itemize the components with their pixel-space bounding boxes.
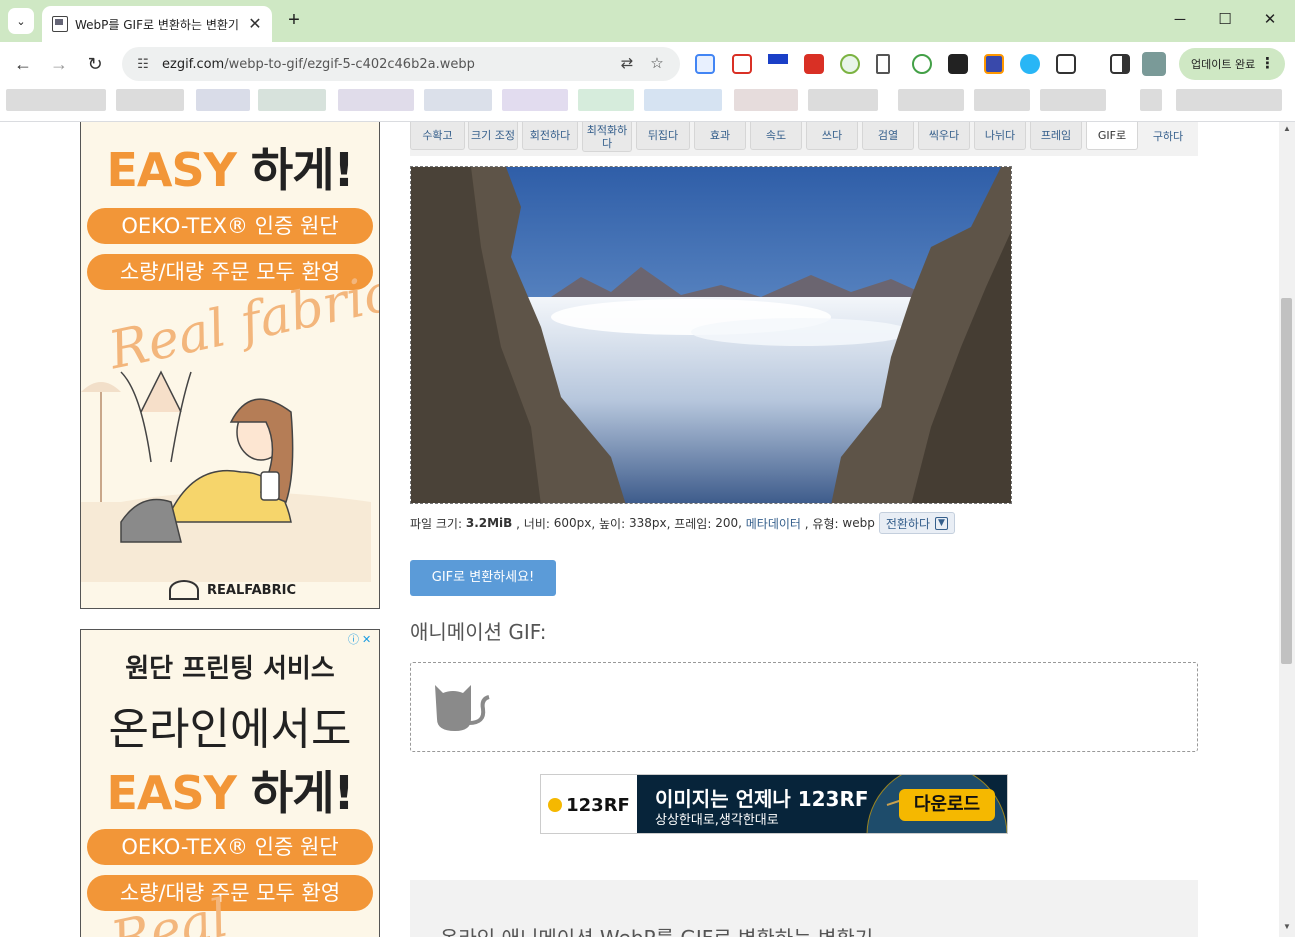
- menu-write[interactable]: 쓰다: [806, 122, 858, 150]
- close-window-button[interactable]: ✕: [1248, 8, 1292, 32]
- plant-extension-icon[interactable]: [840, 54, 860, 74]
- 123rf-logo: 123RF: [541, 775, 637, 833]
- bookmark-item[interactable]: [644, 89, 722, 111]
- menu-overlay[interactable]: 씩우다: [918, 122, 970, 150]
- dark-extension-icon[interactable]: [948, 54, 968, 74]
- menu-to-gif[interactable]: GIF로: [1086, 122, 1138, 150]
- ad-choices-icon[interactable]: ⓘ ✕: [348, 631, 378, 646]
- webp-preview-image: [410, 166, 1012, 504]
- banner-subline: 상상한대로,생각한대로: [655, 813, 779, 828]
- output-title: 애니메이션 GIF:: [410, 620, 547, 644]
- menu-split[interactable]: 나뉘다: [974, 122, 1026, 150]
- download-extension-icon[interactable]: [768, 54, 788, 74]
- tool-menu-bar: 수확고 크기 조정 회전하다 최적화하다 뒤집다 효과 속도 쓰다 검열 씩우다…: [410, 122, 1198, 156]
- chevron-down-icon: ⌄: [16, 15, 26, 28]
- forward-button[interactable]: →: [46, 51, 72, 77]
- menu-censor[interactable]: 검열: [862, 122, 914, 150]
- google-translate-extension-icon[interactable]: [695, 54, 715, 74]
- menu-crop[interactable]: 수확고: [410, 122, 465, 150]
- convert-to-gif-button[interactable]: GIF로 변환하세요!: [410, 560, 556, 596]
- bookmark-item[interactable]: [1040, 89, 1106, 111]
- scroll-down-arrow-icon[interactable]: ▼: [1283, 922, 1291, 931]
- metadata-link[interactable]: 메타데이터: [746, 515, 801, 532]
- bookmark-item[interactable]: [6, 89, 106, 111]
- menu-dots-icon[interactable]: ⋮: [1260, 54, 1275, 72]
- bookmark-extension-icon[interactable]: [876, 54, 890, 74]
- cat-placeholder-icon: [435, 685, 490, 731]
- menu-optimize[interactable]: 최적화하다: [582, 122, 632, 152]
- menu-resize[interactable]: 크기 조정: [468, 122, 518, 150]
- media-extension-icon[interactable]: [732, 54, 752, 74]
- bookmark-item[interactable]: [338, 89, 414, 111]
- bookmark-item[interactable]: [196, 89, 250, 111]
- ezgif-favicon-icon: [52, 16, 68, 32]
- profile-avatar[interactable]: [1142, 52, 1166, 76]
- browser-tab[interactable]: WebP를 GIF로 변환하는 변환기 ✕: [42, 6, 272, 42]
- bookmark-item[interactable]: [1176, 89, 1282, 111]
- banner-headline: 이미지는 언제나 123RF: [655, 787, 869, 811]
- menu-save[interactable]: 구하다: [1142, 122, 1194, 150]
- maximize-button[interactable]: ☐: [1203, 8, 1247, 32]
- menu-effects[interactable]: 효과: [694, 122, 746, 150]
- reload-icon: ↻: [87, 54, 103, 74]
- ad-pill-certification: OEKO-TEX® 인증 원단: [87, 208, 373, 244]
- colorful-extension-icon[interactable]: [984, 54, 1004, 74]
- menu-rotate[interactable]: 회전하다: [522, 122, 578, 150]
- address-bar[interactable]: ☷ ezgif.com/webp-to-gif/ezgif-5-c402c46b…: [122, 47, 680, 81]
- bookmark-item[interactable]: [578, 89, 634, 111]
- fabric-ad-top[interactable]: EASY 하게! OEKO-TEX® 인증 원단 소량/대량 주문 모두 환영 …: [80, 122, 380, 609]
- menu-frames[interactable]: 프레임: [1030, 122, 1082, 150]
- translate-icon[interactable]: ⇄: [616, 53, 638, 75]
- bookmark-item[interactable]: [502, 89, 568, 111]
- scroll-up-arrow-icon[interactable]: ▲: [1283, 124, 1291, 133]
- menu-speed[interactable]: 속도: [750, 122, 802, 150]
- banner-download-button[interactable]: 다운로드: [899, 789, 995, 821]
- bookmark-item[interactable]: [116, 89, 184, 111]
- info-section: 온라인 애니메이션 WebP를 GIF로 변환하는 변환기: [410, 880, 1198, 937]
- tab-close-icon[interactable]: ✕: [246, 14, 264, 34]
- bookmark-item[interactable]: [734, 89, 798, 111]
- star-icon[interactable]: ☆: [646, 53, 668, 75]
- tab-search-button[interactable]: ⌄: [8, 8, 34, 34]
- bookmark-item[interactable]: [898, 89, 964, 111]
- fabric-ad-bottom[interactable]: 원단 프린팅 서비스 온라인에서도 EASY 하게! OEKO-TEX® 인증 …: [80, 629, 380, 937]
- side-panel-icon[interactable]: [1110, 54, 1130, 74]
- arrow-left-icon: ←: [14, 54, 32, 74]
- bookmark-item[interactable]: [974, 89, 1030, 111]
- output-gif-box: [410, 662, 1198, 752]
- openai-extension-icon[interactable]: [912, 54, 932, 74]
- scroll-thumb[interactable]: [1281, 298, 1292, 664]
- stock-image-banner-ad[interactable]: 123RF 이미지는 언제나 123RF 상상한대로,생각한대로 다운로드: [540, 774, 1008, 834]
- bookmark-item[interactable]: [1140, 89, 1162, 111]
- realfabric-logo-icon: [169, 580, 199, 600]
- title-bar: ⌄ WebP를 GIF로 변환하는 변환기 ✕ + ─ ☐ ✕: [0, 0, 1295, 42]
- pdf-extension-icon[interactable]: [804, 54, 824, 74]
- arrow-right-icon: →: [50, 54, 68, 74]
- minimize-button[interactable]: ─: [1158, 8, 1202, 32]
- ad-brand: REALFABRIC: [207, 582, 296, 598]
- new-tab-button[interactable]: +: [283, 9, 305, 31]
- convert-dropdown-button[interactable]: 전환하다 ▼: [878, 512, 955, 534]
- reload-button[interactable]: ↻: [82, 51, 108, 77]
- arrow-down-icon: ▼: [935, 516, 948, 530]
- file-info: 파일 크기: 3.2MiB , 너비: 600px, 높이: 338px, 프레…: [410, 512, 955, 534]
- page-viewport: EASY 하게! OEKO-TEX® 인증 원단 소량/대량 주문 모두 환영 …: [0, 122, 1279, 937]
- url-text[interactable]: ezgif.com/webp-to-gif/ezgif-5-c402c46b2a…: [162, 57, 608, 72]
- update-button[interactable]: 업데이트 완료 ⋮: [1179, 48, 1285, 80]
- info-section-title: 온라인 애니메이션 WebP를 GIF로 변환하는 변환기: [440, 922, 873, 937]
- bookmark-item[interactable]: [808, 89, 878, 111]
- back-button[interactable]: ←: [10, 51, 36, 77]
- chat-extension-icon[interactable]: [1020, 54, 1040, 74]
- bookmark-item[interactable]: [258, 89, 326, 111]
- ad-illustration: [81, 370, 371, 582]
- tab-title: WebP를 GIF로 변환하는 변환기: [75, 17, 239, 32]
- menu-flip[interactable]: 뒤집다: [636, 122, 690, 150]
- puzzle-extensions-icon[interactable]: [1056, 54, 1076, 74]
- bookmark-item[interactable]: [424, 89, 492, 111]
- site-info-icon[interactable]: ☷: [134, 55, 152, 73]
